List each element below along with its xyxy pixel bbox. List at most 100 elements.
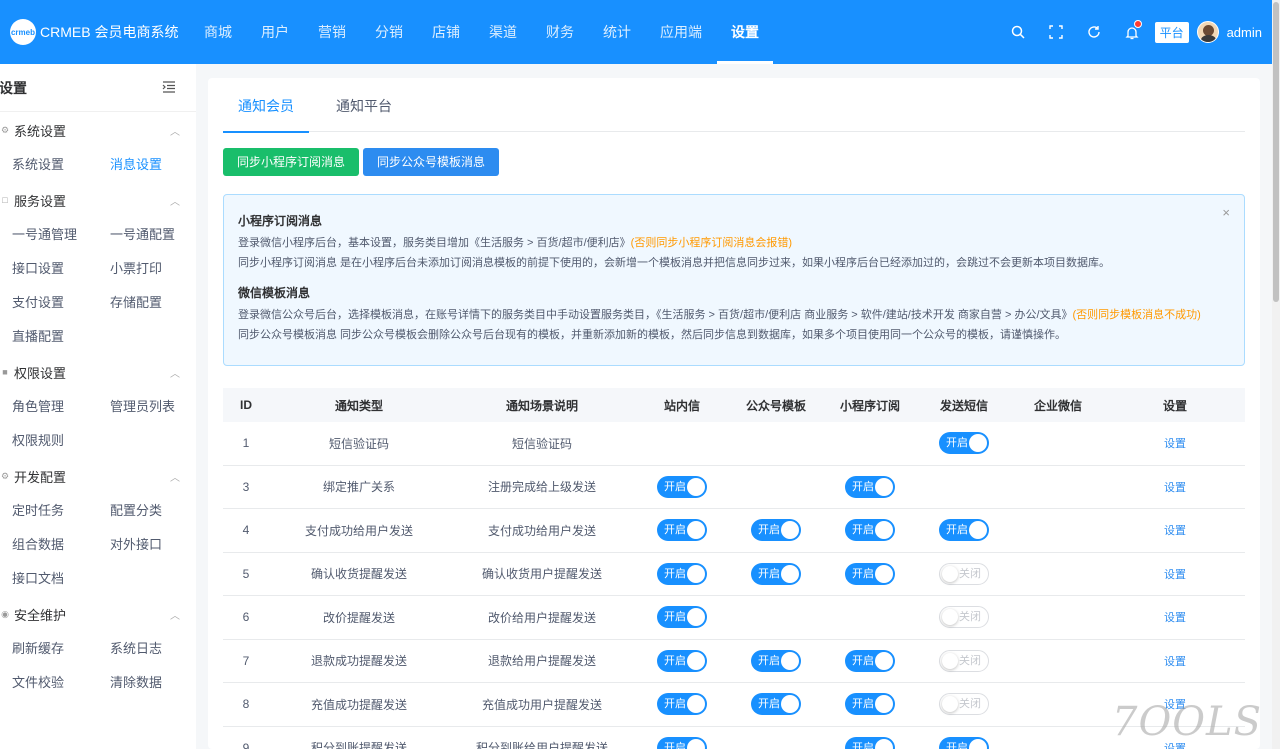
nav-item[interactable]: 应用端 — [646, 0, 716, 64]
sidebar-item[interactable]: 权限规则 — [0, 424, 98, 458]
sidebar-item[interactable]: 支付设置 — [0, 286, 98, 320]
toggle-switch[interactable]: 关闭 — [939, 649, 989, 672]
nav-item[interactable]: 渠道 — [475, 0, 531, 64]
sidebar-group-header[interactable]: □ 服务设置 ︿ — [0, 182, 196, 218]
sidebar-group-header[interactable]: ■ 权限设置 ︿ — [0, 354, 196, 390]
sidebar-group-header[interactable]: ⚙ 系统设置 ︿ — [0, 112, 196, 148]
sidebar-item[interactable]: 消息设置 — [98, 148, 196, 182]
sidebar-item[interactable]: 文件校验 — [0, 666, 98, 700]
nav-item[interactable]: 营销 — [304, 0, 360, 64]
refresh-icon[interactable] — [1084, 22, 1104, 42]
cell-id: 8 — [242, 697, 250, 712]
collapse-menu-icon[interactable] — [162, 80, 176, 96]
sidebar-item[interactable]: 清除数据 — [98, 666, 196, 700]
settings-link[interactable]: 设置 — [1164, 438, 1186, 450]
toggle-switch[interactable]: 开启 — [657, 606, 707, 629]
avatar[interactable] — [1196, 21, 1219, 43]
nav-item[interactable]: 统计 — [589, 0, 645, 64]
sidebar-submenu: 刷新缓存 系统日志 文件校验 清除数据 — [0, 632, 196, 700]
toggle-switch[interactable]: 开启 — [845, 649, 895, 672]
toggle-switch[interactable]: 开启 — [657, 736, 707, 749]
toggle-switch[interactable]: 开启 — [657, 649, 707, 672]
toggle-switch[interactable]: 开启 — [845, 475, 895, 498]
toggle-knob — [687, 521, 705, 540]
chevron-up-icon[interactable]: ︿ — [170, 123, 180, 138]
sidebar-group-header[interactable]: ◉ 安全维护 ︿ — [0, 596, 196, 632]
sidebar-item[interactable]: 接口设置 — [0, 252, 98, 286]
nav-item[interactable]: 店铺 — [418, 0, 474, 64]
toggle-switch[interactable]: 关闭 — [939, 693, 989, 716]
sidebar-group-header[interactable]: ⚙ 开发配置 ︿ — [0, 458, 196, 494]
sidebar-item[interactable]: 一号通配置 — [98, 218, 196, 252]
settings-link[interactable]: 设置 — [1164, 482, 1186, 494]
toggle-switch[interactable]: 开启 — [939, 736, 989, 749]
toggle-switch[interactable]: 开启 — [939, 432, 989, 455]
cell-toggle: 开启 — [729, 562, 823, 585]
sidebar-item[interactable]: 组合数据 — [0, 528, 98, 562]
toggle-switch[interactable]: 开启 — [657, 562, 707, 585]
toggle-switch[interactable]: 关闭 — [939, 606, 989, 629]
toggle-switch[interactable]: 开启 — [845, 693, 895, 716]
nav-item[interactable]: 用户 — [247, 0, 303, 64]
nav-item[interactable]: 商城 — [190, 0, 246, 64]
sidebar-item[interactable]: 配置分类 — [98, 494, 196, 528]
settings-link[interactable]: 设置 — [1164, 612, 1186, 624]
sidebar-item[interactable]: 接口文档 — [0, 562, 98, 596]
chevron-up-icon[interactable]: ︿ — [170, 469, 180, 484]
sidebar-item[interactable]: 管理员列表 — [98, 390, 196, 424]
sidebar-group-label: 服务设置 — [14, 193, 67, 209]
sidebar-item[interactable]: 存储配置 — [98, 286, 196, 320]
tab[interactable]: 通知平台 — [321, 78, 407, 132]
sidebar-item[interactable]: 定时任务 — [0, 494, 98, 528]
sidebar-item[interactable]: 直播配置 — [0, 320, 98, 354]
sidebar-item[interactable]: 小票打印 — [98, 252, 196, 286]
sidebar-group-label: 开发配置 — [14, 469, 67, 485]
toggle-switch[interactable]: 开启 — [657, 519, 707, 542]
scrollbar-thumb[interactable] — [1273, 2, 1279, 302]
sidebar-item[interactable]: 刷新缓存 — [0, 632, 98, 666]
sync-official-account-button[interactable]: 同步公众号模板消息 — [363, 148, 500, 176]
toggle-switch[interactable]: 开启 — [657, 693, 707, 716]
cell-desc: 确认收货用户提醒发送 — [481, 567, 602, 582]
notice-text: 登录微信小程序后台，基本设置，服务类目增加《生活服务 > 百货/超市/便利店》 — [238, 237, 631, 249]
cell-toggle: 关闭 — [917, 562, 1011, 585]
fullscreen-icon[interactable] — [1046, 22, 1066, 42]
sidebar-submenu: 角色管理 管理员列表 权限规则 — [0, 390, 196, 458]
toggle-switch[interactable]: 开启 — [845, 562, 895, 585]
cell-toggle: 开启 — [729, 649, 823, 672]
square-icon: □ — [2, 195, 8, 205]
admin-name[interactable]: admin — [1227, 25, 1262, 40]
logo[interactable]: crmeb CRMEB 会员电商系统 — [0, 19, 190, 45]
sidebar-item[interactable]: 角色管理 — [0, 390, 98, 424]
chevron-up-icon[interactable]: ︿ — [170, 607, 180, 622]
toggle-switch[interactable]: 开启 — [751, 693, 801, 716]
toggle-switch[interactable]: 开启 — [657, 475, 707, 498]
nav-item[interactable]: 设置 — [717, 0, 773, 64]
chevron-up-icon[interactable]: ︿ — [170, 193, 180, 208]
nav-item[interactable]: 分销 — [361, 0, 417, 64]
toggle-switch[interactable]: 开启 — [751, 562, 801, 585]
notice-line-2: 同步小程序订阅消息 是在小程序后台未添加订阅消息模板的前提下使用的，会新增一个模… — [238, 257, 1111, 269]
sidebar-item[interactable]: 系统日志 — [98, 632, 196, 666]
toggle-switch[interactable]: 开启 — [939, 519, 989, 542]
sync-mini-program-button[interactable]: 同步小程序订阅消息 — [223, 148, 360, 176]
settings-link[interactable]: 设置 — [1164, 569, 1186, 581]
chevron-up-icon[interactable]: ︿ — [170, 365, 180, 380]
toggle-switch[interactable]: 开启 — [751, 649, 801, 672]
search-icon[interactable] — [1008, 22, 1028, 42]
toggle-switch[interactable]: 开启 — [751, 519, 801, 542]
tab[interactable]: 通知会员 — [223, 78, 309, 133]
sidebar-item[interactable]: 对外接口 — [98, 528, 196, 562]
bell-icon[interactable] — [1122, 20, 1142, 42]
close-icon[interactable]: × — [1222, 203, 1230, 223]
toggle-switch[interactable]: 开启 — [845, 736, 895, 749]
page-scrollbar[interactable] — [1272, 0, 1280, 749]
nav-item[interactable]: 财务 — [532, 0, 588, 64]
platform-tag[interactable]: 平台 — [1154, 21, 1189, 43]
settings-link[interactable]: 设置 — [1164, 525, 1186, 537]
sidebar-item[interactable]: 一号通管理 — [0, 218, 98, 252]
settings-link[interactable]: 设置 — [1164, 656, 1186, 668]
sidebar-item[interactable]: 系统设置 — [0, 148, 98, 182]
toggle-switch[interactable]: 关闭 — [939, 562, 989, 585]
toggle-switch[interactable]: 开启 — [845, 519, 895, 542]
